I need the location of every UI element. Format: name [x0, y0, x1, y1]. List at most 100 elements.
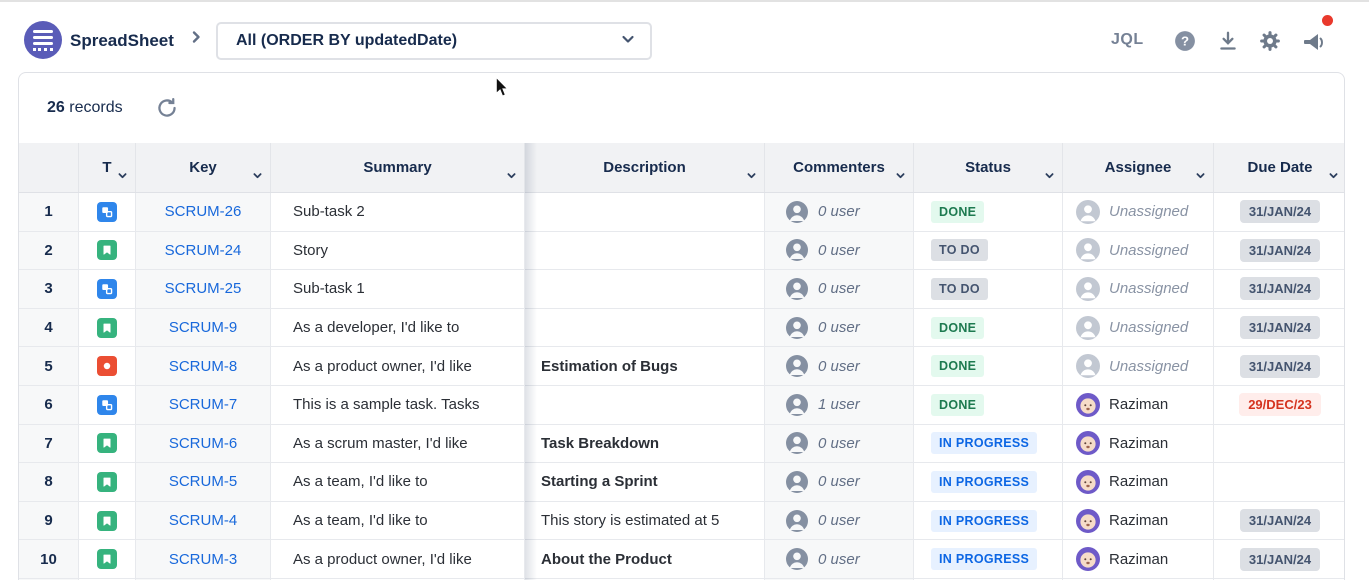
issue-key-link[interactable]: SCRUM-8: [169, 358, 237, 375]
column-header-assignee[interactable]: Assignee: [1063, 143, 1214, 192]
row-number-cell[interactable]: 3: [19, 270, 79, 308]
description-cell[interactable]: [525, 232, 765, 270]
row-number-cell[interactable]: 9: [19, 502, 79, 540]
view-selector-dropdown[interactable]: All (ORDER BY updatedDate): [216, 22, 652, 60]
commenters-cell[interactable]: 0 user: [765, 502, 914, 540]
assignee-cell[interactable]: Raziman: [1063, 386, 1214, 424]
chevron-down-icon[interactable]: [252, 168, 263, 185]
commenters-cell[interactable]: 0 user: [765, 309, 914, 347]
status-cell[interactable]: DONE: [914, 193, 1063, 231]
commenters-cell[interactable]: 0 user: [765, 193, 914, 231]
issue-key-cell[interactable]: SCRUM-25: [136, 270, 271, 308]
row-number-cell[interactable]: 7: [19, 425, 79, 463]
jql-button[interactable]: JQL: [1111, 31, 1144, 49]
issue-key-cell[interactable]: SCRUM-24: [136, 232, 271, 270]
chevron-down-icon[interactable]: [1044, 168, 1055, 185]
issue-key-link[interactable]: SCRUM-24: [165, 242, 242, 259]
refresh-icon[interactable]: [155, 96, 179, 120]
issue-key-link[interactable]: SCRUM-9: [169, 319, 237, 336]
chevron-down-icon[interactable]: [1328, 168, 1339, 185]
status-cell[interactable]: IN PROGRESS: [914, 425, 1063, 463]
commenters-cell[interactable]: 0 user: [765, 232, 914, 270]
assignee-cell[interactable]: Unassigned: [1063, 232, 1214, 270]
description-cell[interactable]: Starting a Sprint: [525, 463, 765, 501]
assignee-cell[interactable]: Unassigned: [1063, 309, 1214, 347]
commenters-cell[interactable]: 0 user: [765, 270, 914, 308]
status-cell[interactable]: DONE: [914, 309, 1063, 347]
due-date-cell[interactable]: 29/DEC/23: [1214, 386, 1345, 424]
commenters-cell[interactable]: 0 user: [765, 540, 914, 578]
issue-key-cell[interactable]: SCRUM-8: [136, 347, 271, 385]
description-cell[interactable]: [525, 309, 765, 347]
issue-key-cell[interactable]: SCRUM-5: [136, 463, 271, 501]
assignee-cell[interactable]: Unassigned: [1063, 270, 1214, 308]
column-header-duedate[interactable]: Due Date: [1214, 143, 1345, 192]
issue-key-link[interactable]: SCRUM-7: [169, 396, 237, 413]
due-date-cell[interactable]: 31/JAN/24: [1214, 309, 1345, 347]
issue-type-cell[interactable]: [79, 502, 136, 540]
summary-cell[interactable]: Sub-task 1: [271, 270, 525, 308]
description-cell[interactable]: [525, 193, 765, 231]
summary-cell[interactable]: As a team, I'd like to: [271, 502, 525, 540]
row-number-cell[interactable]: 10: [19, 540, 79, 578]
assignee-cell[interactable]: Raziman: [1063, 540, 1214, 578]
help-icon[interactable]: ?: [1174, 30, 1196, 52]
megaphone-icon[interactable]: [1302, 32, 1324, 54]
issue-key-cell[interactable]: SCRUM-9: [136, 309, 271, 347]
assignee-cell[interactable]: Raziman: [1063, 463, 1214, 501]
issue-key-cell[interactable]: SCRUM-3: [136, 540, 271, 578]
summary-cell[interactable]: As a developer, I'd like to: [271, 309, 525, 347]
summary-cell[interactable]: As a scrum master, I'd like: [271, 425, 525, 463]
gear-icon[interactable]: [1259, 30, 1281, 52]
column-header-status[interactable]: Status: [914, 143, 1063, 192]
issue-type-cell[interactable]: [79, 386, 136, 424]
issue-key-cell[interactable]: SCRUM-6: [136, 425, 271, 463]
chevron-down-icon[interactable]: [895, 168, 906, 185]
commenters-cell[interactable]: 1 user: [765, 386, 914, 424]
row-number-cell[interactable]: 2: [19, 232, 79, 270]
description-cell[interactable]: Estimation of Bugs: [525, 347, 765, 385]
assignee-cell[interactable]: Raziman: [1063, 425, 1214, 463]
issue-type-cell[interactable]: [79, 309, 136, 347]
issue-type-cell[interactable]: [79, 270, 136, 308]
status-cell[interactable]: IN PROGRESS: [914, 540, 1063, 578]
issue-type-cell[interactable]: [79, 193, 136, 231]
commenters-cell[interactable]: 0 user: [765, 347, 914, 385]
summary-cell[interactable]: As a product owner, I'd like: [271, 347, 525, 385]
column-header-commenters[interactable]: Commenters: [765, 143, 914, 192]
assignee-cell[interactable]: Unassigned: [1063, 193, 1214, 231]
row-number-cell[interactable]: 1: [19, 193, 79, 231]
status-cell[interactable]: DONE: [914, 347, 1063, 385]
due-date-cell[interactable]: 31/JAN/24: [1214, 232, 1345, 270]
issue-key-link[interactable]: SCRUM-3: [169, 551, 237, 568]
due-date-cell[interactable]: 31/JAN/24: [1214, 347, 1345, 385]
description-cell[interactable]: About the Product: [525, 540, 765, 578]
row-number-cell[interactable]: 4: [19, 309, 79, 347]
assignee-cell[interactable]: Raziman: [1063, 502, 1214, 540]
description-cell[interactable]: This story is estimated at 5: [525, 502, 765, 540]
issue-type-cell[interactable]: [79, 347, 136, 385]
commenters-cell[interactable]: 0 user: [765, 463, 914, 501]
status-cell[interactable]: IN PROGRESS: [914, 502, 1063, 540]
summary-cell[interactable]: Story: [271, 232, 525, 270]
issue-key-cell[interactable]: SCRUM-7: [136, 386, 271, 424]
description-cell[interactable]: [525, 270, 765, 308]
issue-key-link[interactable]: SCRUM-5: [169, 473, 237, 490]
chevron-down-icon[interactable]: [746, 168, 757, 185]
status-cell[interactable]: DONE: [914, 386, 1063, 424]
issue-key-link[interactable]: SCRUM-25: [165, 280, 242, 297]
column-header-type[interactable]: T: [79, 143, 136, 192]
summary-cell[interactable]: As a team, I'd like to: [271, 463, 525, 501]
due-date-cell[interactable]: 31/JAN/24: [1214, 540, 1345, 578]
column-header-description[interactable]: Description: [525, 143, 765, 192]
due-date-cell[interactable]: 31/JAN/24: [1214, 270, 1345, 308]
issue-key-cell[interactable]: SCRUM-26: [136, 193, 271, 231]
issue-type-cell[interactable]: [79, 425, 136, 463]
chevron-down-icon[interactable]: [1195, 168, 1206, 185]
status-cell[interactable]: IN PROGRESS: [914, 463, 1063, 501]
row-number-cell[interactable]: 8: [19, 463, 79, 501]
issue-type-cell[interactable]: [79, 463, 136, 501]
summary-cell[interactable]: Sub-task 2: [271, 193, 525, 231]
summary-cell[interactable]: As a product owner, I'd like: [271, 540, 525, 578]
chevron-down-icon[interactable]: [506, 168, 517, 185]
